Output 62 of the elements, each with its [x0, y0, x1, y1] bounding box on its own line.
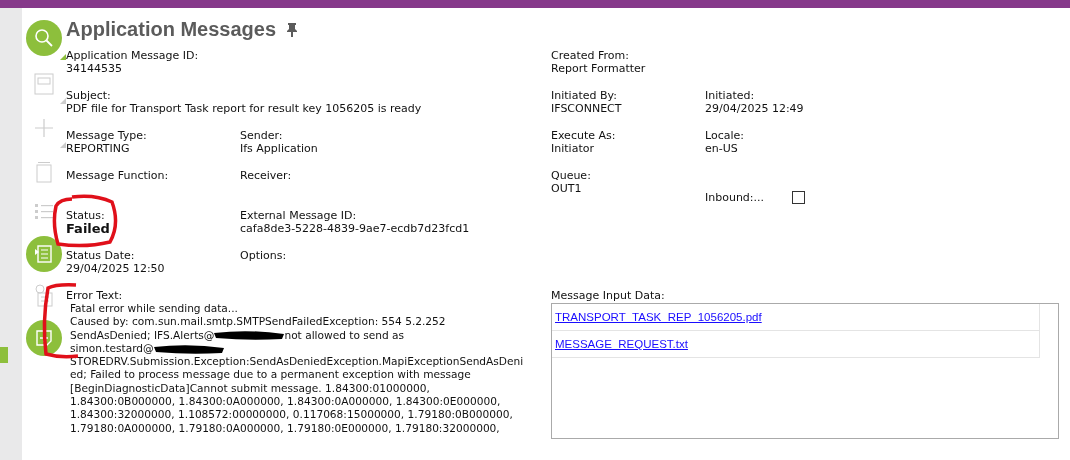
strip-marker [0, 347, 8, 363]
details-button[interactable] [26, 236, 62, 272]
inbound-checkbox[interactable] [792, 190, 806, 204]
field-value: Initiator [551, 142, 594, 156]
field-label: Status Date: [66, 249, 135, 262]
field-value: 29/04/2025 12:49 [705, 102, 804, 116]
error-text-line: 1.84300:0B000000, 1.84300:0A000000, 1.84300:0A000000, 1.84300:0E000000, [70, 395, 501, 409]
error-text-line: SendAsDenied; IFS.Alerts@ [70, 328, 215, 342]
field-label: Inbound:... [705, 190, 765, 204]
error-text-line: 1.84300:32000000, 1.108572:00000000, 0.117068:15000000, 1.79180:0B000000, [70, 408, 513, 422]
trash-icon [36, 161, 52, 183]
field-label: Error Text: [66, 289, 124, 302]
field-value: Ifs Application [240, 142, 318, 156]
field-label: Created From: [551, 49, 629, 62]
list-icon [35, 204, 53, 220]
error-text-line: simon.testard@ [70, 341, 154, 356]
field-value: en-US [705, 142, 738, 156]
error-text-line: STOREDRV.Submission.Exception:SendAsDeniedException.MapiExceptionSendAsDeni [70, 355, 524, 369]
field-label: Application Message ID: [66, 49, 199, 62]
error-text-line: not allowed to send as [284, 328, 405, 342]
field-label: Initiated By: [551, 89, 617, 102]
error-text-line: Fatal error while sending data... [70, 302, 238, 316]
field-value: 34144535 [66, 62, 122, 76]
field-value: PDF file for Transport Task report for result key 1056205 is ready [66, 102, 422, 116]
error-text-line: 1.79180:0A000000, 1.79180:0A000000, 1.79180:0E000000, 1.79180:32000000, [70, 421, 500, 435]
field-label: Receiver: [240, 169, 292, 182]
field-label: External Message ID: [240, 209, 357, 222]
corner-triangle-icon [60, 98, 66, 104]
field-label: Message Function: [66, 169, 169, 182]
add-document-icon [34, 328, 54, 348]
info-document-icon [34, 284, 54, 308]
document-list-icon [34, 244, 54, 264]
field-label: Options: [240, 249, 287, 262]
pin-icon[interactable] [286, 22, 299, 37]
field-label: Initiated: [705, 89, 755, 102]
corner-triangle-icon [60, 54, 66, 60]
field-label: Subject: [66, 89, 111, 102]
field-value: Report Formatter [551, 62, 646, 76]
error-text-line: Caused by: com.sun.mail.smtp.SMTPSendFailedException: 554 5.2.252 [70, 315, 446, 329]
field-value: OUT1 [551, 182, 582, 196]
field-label: Status: [66, 209, 105, 222]
field-value: REPORTING [66, 142, 130, 156]
field-value: 29/04/2025 12:50 [66, 262, 165, 276]
field-value: cafa8de3-5228-4839-9ae7-ecdb7d23fcd1 [240, 222, 470, 236]
field-label: Message Type: [66, 129, 147, 142]
file-link[interactable]: MESSAGE_REQUEST.txt [555, 338, 688, 350]
file-link[interactable]: TRANSPORT_TASK_REP_1056205.pdf [555, 311, 762, 323]
save-icon [34, 73, 54, 95]
field-label: Queue: [551, 169, 591, 182]
page-title: Application Messages [66, 18, 277, 41]
error-text-line: ed; Failed to process message due to a permanent exception with message [70, 368, 471, 382]
field-label: Execute As: [551, 129, 616, 142]
error-text-line: [BeginDiagnosticData]Cannot submit message. 1.84300:01000000, [70, 381, 430, 396]
new-document-button[interactable] [26, 320, 62, 356]
field-label: Sender: [240, 129, 283, 142]
corner-triangle-icon [60, 142, 66, 148]
field-label: Message Input Data: [551, 289, 666, 302]
field-value: IFSCONNECT [551, 102, 622, 116]
field-label: Locale: [705, 129, 744, 142]
status-value: Failed [66, 222, 110, 236]
plus-icon [34, 118, 54, 138]
search-icon [34, 28, 54, 48]
